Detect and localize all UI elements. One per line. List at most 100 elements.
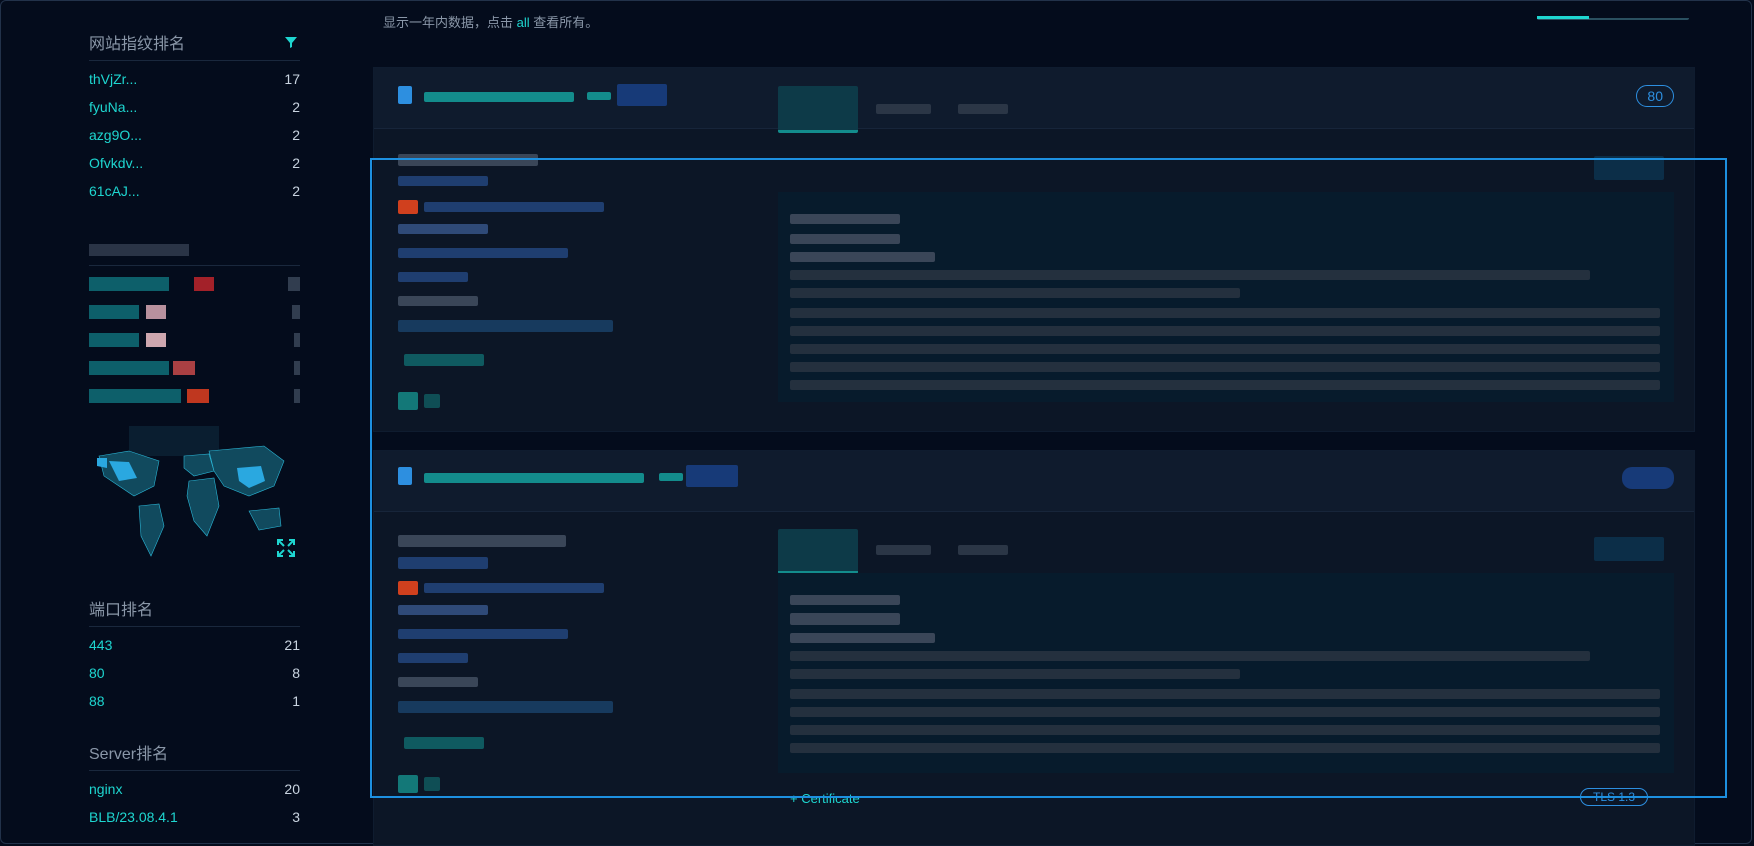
tag-chip[interactable] (404, 354, 484, 366)
host-sep (659, 473, 683, 481)
host-sep (587, 92, 611, 100)
item-name[interactable]: nginx (89, 775, 122, 803)
text-line (790, 613, 900, 625)
meta-line (398, 535, 566, 547)
action-icon[interactable] (398, 775, 418, 793)
item-name[interactable]: fyuNa... (89, 93, 137, 121)
tag-chip[interactable] (404, 737, 484, 749)
meta-line (398, 605, 488, 615)
text-line (790, 595, 900, 605)
certificate-toggle[interactable]: + Certificate (790, 791, 860, 806)
world-map-graphic (97, 426, 285, 557)
flag-icon (398, 581, 418, 595)
item-name[interactable]: 61cAJ... (89, 177, 140, 205)
port-badge[interactable] (1622, 467, 1674, 489)
text-line (790, 344, 1660, 354)
list-item[interactable]: 61cAJ... 2 (89, 177, 300, 205)
text-line (790, 308, 1660, 318)
host-link[interactable] (398, 467, 412, 485)
item-count: 2 (292, 155, 300, 171)
list-item[interactable]: 88 1 (89, 687, 300, 715)
item-name[interactable]: Ofvkdv... (89, 149, 143, 177)
copy-button[interactable] (1594, 156, 1664, 180)
text-line (790, 380, 1660, 390)
action-icon[interactable] (424, 777, 440, 791)
result-card (373, 450, 1695, 846)
tab[interactable] (876, 104, 931, 114)
tab-active[interactable] (778, 529, 858, 574)
hint-text: 显示一年内数据，点击 (383, 15, 517, 30)
all-link[interactable]: all (517, 15, 530, 30)
item-count: 1 (292, 693, 300, 709)
text-line (790, 362, 1660, 372)
item-name[interactable]: 80 (89, 659, 105, 687)
list-item[interactable]: fyuNa... 2 (89, 93, 300, 121)
text-line (790, 633, 935, 643)
host-link[interactable] (398, 86, 412, 104)
item-name[interactable]: thVjZr... (89, 65, 137, 93)
tab[interactable] (958, 104, 1008, 114)
meta-line (398, 176, 488, 186)
text-line (790, 689, 1660, 699)
hint-text-tail: 查看所有。 (529, 15, 599, 30)
port-badge[interactable]: 80 (1636, 85, 1674, 107)
action-icon[interactable] (424, 394, 440, 408)
detail-panel (778, 192, 1674, 402)
item-count: 3 (292, 809, 300, 825)
item-name[interactable]: azg9O... (89, 121, 142, 149)
list-item[interactable] (89, 326, 300, 354)
card-header: 80 (374, 68, 1694, 129)
scroll-indicator[interactable] (1537, 14, 1689, 20)
host-tag (617, 84, 667, 106)
list-item[interactable]: azg9O... 2 (89, 121, 300, 149)
meta-line (424, 202, 604, 212)
meta-line (424, 583, 604, 593)
blurred-section (89, 235, 300, 410)
expand-icon[interactable] (276, 538, 296, 564)
card-header (374, 451, 1694, 512)
meta-line (398, 701, 613, 713)
server-rank-section: Server排名 nginx 20 BLB/23.08.4.1 3 (89, 740, 300, 831)
meta-line (398, 272, 468, 282)
meta-line (398, 224, 488, 234)
list-item[interactable] (89, 382, 300, 410)
text-line (790, 270, 1590, 280)
text-line (790, 725, 1660, 735)
list-item[interactable]: nginx 20 (89, 775, 300, 803)
text-line (790, 288, 1240, 298)
filter-icon[interactable] (284, 30, 298, 60)
host-link-text[interactable] (424, 473, 644, 483)
list-item[interactable]: 80 8 (89, 659, 300, 687)
meta-line (398, 557, 488, 569)
item-count: 17 (284, 71, 300, 87)
list-item[interactable]: BLB/23.08.4.1 3 (89, 803, 300, 831)
tab[interactable] (876, 545, 931, 555)
tab[interactable] (958, 545, 1008, 555)
meta-line (398, 653, 468, 663)
item-name[interactable]: 88 (89, 687, 105, 715)
copy-button[interactable] (1594, 537, 1664, 561)
list-item[interactable]: Ofvkdv... 2 (89, 149, 300, 177)
list-item[interactable] (89, 354, 300, 382)
meta-line (398, 248, 568, 258)
item-count: 2 (292, 127, 300, 143)
item-name[interactable]: BLB/23.08.4.1 (89, 803, 178, 831)
list-item[interactable]: 443 21 (89, 631, 300, 659)
meta-line (398, 629, 568, 639)
action-icon[interactable] (398, 392, 418, 410)
host-link-text[interactable] (424, 92, 574, 102)
fingerprint-rank-title: 网站指纹排名 (89, 30, 300, 61)
list-item[interactable] (89, 270, 300, 298)
world-map[interactable] (89, 426, 300, 566)
list-item[interactable] (89, 298, 300, 326)
tab-active[interactable] (778, 86, 858, 133)
item-count: 2 (292, 99, 300, 115)
section-title: 网站指纹排名 (89, 36, 186, 53)
tls-badge: TLS 1.3 (1580, 788, 1649, 806)
item-count: 20 (284, 781, 300, 797)
list-item[interactable]: thVjZr... 17 (89, 65, 300, 93)
server-rank-title: Server排名 (89, 740, 300, 771)
sidebar: 网站指纹排名 thVjZr... 17 fyuNa... 2 azg9O... 2 O… (89, 30, 300, 831)
host-tag (686, 465, 738, 487)
item-name[interactable]: 443 (89, 631, 112, 659)
